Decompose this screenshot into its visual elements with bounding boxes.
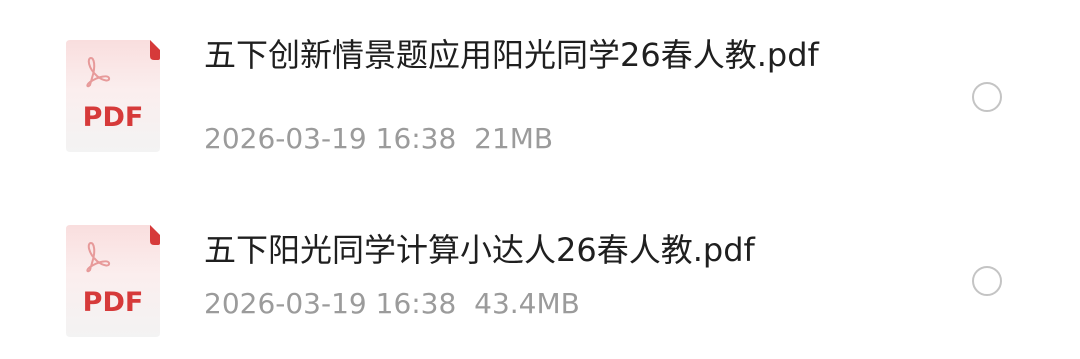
file-meta: 2026-03-19 16:38 21MB (204, 122, 553, 155)
select-radio[interactable] (972, 266, 1002, 296)
select-radio[interactable] (972, 82, 1002, 112)
file-meta: 2026-03-19 16:38 43.4MB (204, 287, 580, 320)
file-name: 五下创新情景题应用阳光同学26春人教.pdf (204, 36, 819, 74)
pdf-badge-label: PDF (82, 102, 144, 133)
file-list-item[interactable]: PDF 五下创新情景题应用阳光同学26春人教.pdf 2026-03-19 16… (0, 10, 1080, 160)
file-date: 2026-03-19 16:38 (204, 122, 457, 155)
file-name: 五下阳光同学计算小达人26春人教.pdf (204, 231, 755, 269)
pdf-file-icon: PDF (66, 40, 160, 152)
file-size: 21MB (474, 122, 554, 155)
file-date: 2026-03-19 16:38 (204, 287, 457, 320)
pdf-badge-label: PDF (82, 287, 144, 318)
pdf-file-icon: PDF (66, 225, 160, 337)
file-list-item[interactable]: PDF 五下阳光同学计算小达人26春人教.pdf 2026-03-19 16:3… (0, 205, 1080, 355)
file-list: PDF 五下创新情景题应用阳光同学26春人教.pdf 2026-03-19 16… (0, 0, 1080, 359)
file-size: 43.4MB (474, 287, 580, 320)
